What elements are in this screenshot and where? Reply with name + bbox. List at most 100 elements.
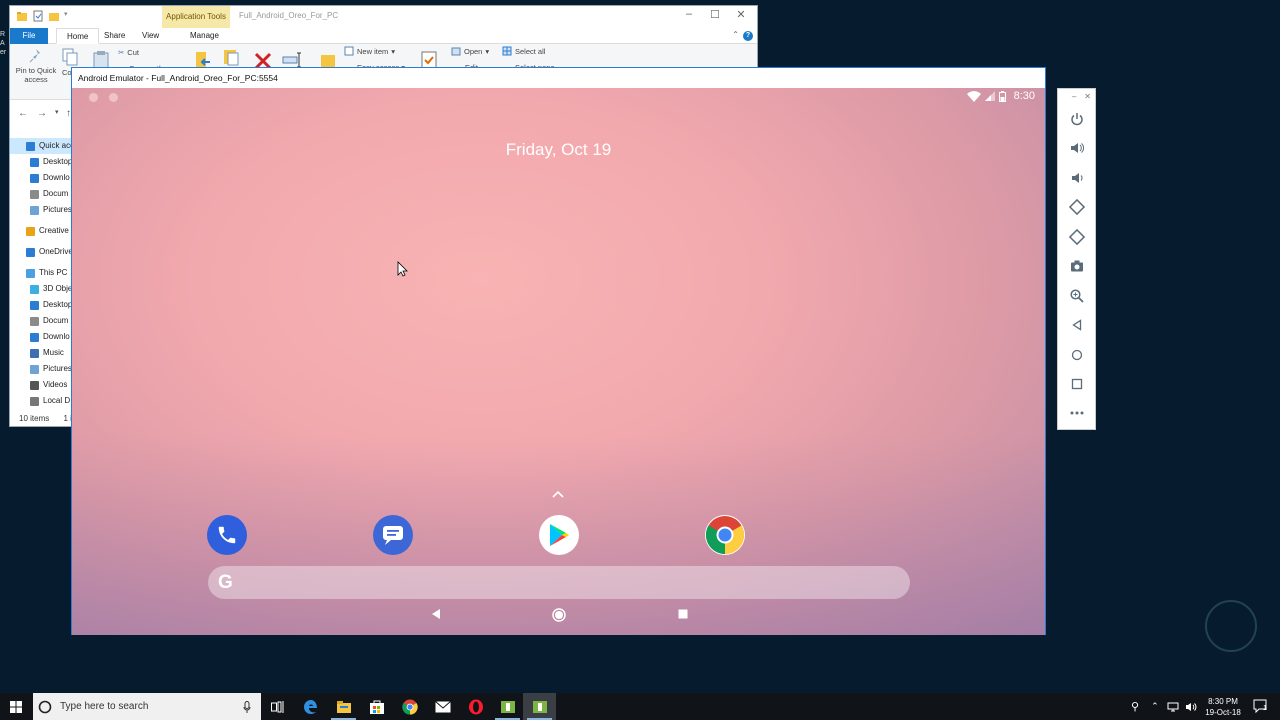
sidebar-item[interactable]: Docum: [10, 313, 72, 329]
folder-icon: [30, 380, 39, 390]
sidebar-item[interactable]: Creative: [10, 223, 72, 239]
start-button[interactable]: [0, 693, 32, 720]
sidebar-item[interactable]: Local D: [10, 393, 72, 409]
sidebar-item[interactable]: Desktop: [10, 154, 72, 170]
minimize-button[interactable]: –: [677, 8, 701, 20]
pin-to-quick-access-button[interactable]: Pin to Quick access: [14, 48, 58, 84]
microphone-icon[interactable]: [243, 700, 251, 713]
sidebar-item[interactable]: Quick acc: [10, 138, 72, 154]
back-arrow-icon[interactable]: ←: [18, 108, 28, 119]
emulator-dot-1[interactable]: [88, 92, 99, 103]
channel-watermark-logo: [1205, 600, 1257, 652]
ribbon-collapse-icon[interactable]: ⌃: [732, 30, 739, 39]
select-all-label: Select all: [515, 46, 546, 56]
copy-to-icon: [224, 50, 239, 66]
system-tray: ⚲ ⌃: [1131, 693, 1197, 720]
nav-overview-icon[interactable]: [677, 608, 689, 620]
open-button[interactable]: Open ▾: [451, 46, 489, 56]
wifi-icon: [966, 90, 981, 102]
tab-home[interactable]: Home: [56, 28, 100, 44]
taskbar-search-box[interactable]: Type here to search: [33, 693, 261, 720]
sidebar-item[interactable]: Music: [10, 345, 72, 361]
cut-button[interactable]: ✂ Cut: [118, 48, 139, 57]
explorer-title-bar[interactable]: ▾ Application Tools Full_Android_Oreo_Fo…: [10, 6, 757, 32]
play-store-app[interactable]: [539, 515, 579, 555]
volume-icon[interactable]: [1185, 702, 1197, 712]
folder-icon[interactable]: [16, 10, 28, 22]
close-button[interactable]: ✕: [729, 8, 753, 21]
android-screen[interactable]: 8:30 Friday, Oct 19 G: [72, 88, 1045, 635]
taskbar-store[interactable]: [360, 693, 393, 720]
nav-home-icon[interactable]: [552, 608, 566, 622]
sidebar-item[interactable]: Downlo: [10, 170, 72, 186]
taskbar-emulator[interactable]: [491, 693, 524, 720]
new-item-button[interactable]: New item ▾: [344, 46, 395, 56]
sidebar-item-label: 3D Obje: [43, 284, 72, 293]
taskbar-emulator-2[interactable]: [523, 693, 556, 720]
open-dropdown-icon: ▾: [485, 46, 490, 56]
volume-up-button[interactable]: [1066, 137, 1088, 159]
folder-icon: [30, 284, 39, 294]
taskbar-mail[interactable]: [426, 693, 459, 720]
sidebar-item[interactable]: This PC: [10, 265, 72, 281]
power-button[interactable]: [1066, 108, 1088, 130]
overview-button[interactable]: [1066, 373, 1088, 395]
messages-app[interactable]: [373, 515, 413, 555]
more-button[interactable]: [1066, 402, 1088, 424]
sidebar-item[interactable]: OneDrive: [10, 244, 72, 260]
sidebar-item[interactable]: Docum: [10, 186, 72, 202]
people-icon[interactable]: ⚲: [1131, 700, 1139, 713]
volume-down-button[interactable]: [1066, 167, 1088, 189]
folder-icon: [30, 205, 39, 215]
maximize-button[interactable]: ☐: [703, 8, 727, 21]
screenshot-button[interactable]: [1066, 255, 1088, 277]
network-icon[interactable]: [1167, 702, 1179, 712]
home-button[interactable]: [1066, 344, 1088, 366]
sidebar-item[interactable]: Pictures: [10, 202, 72, 218]
new-folder-icon[interactable]: [48, 10, 60, 22]
sidebar-item-label: Pictures: [43, 364, 72, 373]
taskbar-opera[interactable]: [459, 693, 492, 720]
sidebar-item[interactable]: Videos: [10, 377, 72, 393]
folder-icon: [30, 332, 39, 342]
toolbar-minimize-icon[interactable]: –: [1072, 92, 1076, 101]
show-hidden-icons[interactable]: ⌃: [1151, 701, 1159, 712]
taskbar-chrome[interactable]: [393, 693, 426, 720]
qat-dropdown-icon[interactable]: ▾: [64, 10, 68, 22]
tab-view[interactable]: View: [132, 28, 169, 44]
emulator-dot-2[interactable]: [108, 92, 119, 103]
select-all-icon: [502, 46, 512, 56]
rotate-right-button[interactable]: [1066, 226, 1088, 248]
recent-locations-icon[interactable]: ▾: [55, 108, 59, 116]
sidebar-item[interactable]: 3D Obje: [10, 281, 72, 297]
back-button[interactable]: [1066, 314, 1088, 336]
sidebar-item-label: Videos: [43, 380, 68, 389]
home-date-widget[interactable]: Friday, Oct 19: [72, 140, 1045, 160]
toolbar-close-icon[interactable]: ✕: [1084, 92, 1091, 101]
android-emulator-window[interactable]: Android Emulator - Full_Android_Oreo_For…: [71, 67, 1046, 635]
chrome-app[interactable]: [705, 515, 745, 555]
cortana-icon: [38, 700, 52, 713]
properties-icon[interactable]: [32, 10, 44, 22]
app-drawer-caret-icon[interactable]: [552, 490, 564, 498]
help-icon[interactable]: ?: [743, 31, 753, 41]
tab-file[interactable]: File: [10, 28, 48, 44]
sidebar-item[interactable]: Desktop: [10, 297, 72, 313]
sidebar-item[interactable]: Pictures: [10, 361, 72, 377]
rotate-left-button[interactable]: [1066, 196, 1088, 218]
action-center-button[interactable]: 1: [1253, 699, 1269, 718]
taskbar-clock[interactable]: 8:30 PM 19-Oct-18: [1199, 696, 1247, 718]
task-view-button[interactable]: [261, 693, 294, 720]
taskbar-edge[interactable]: [294, 693, 327, 720]
google-search-bar[interactable]: G: [208, 566, 910, 599]
nav-back-icon[interactable]: [430, 608, 442, 620]
select-all-button[interactable]: Select all: [502, 46, 545, 56]
sidebar-item[interactable]: Downlo: [10, 329, 72, 345]
taskbar-file-explorer[interactable]: [327, 693, 360, 720]
zoom-button[interactable]: [1066, 285, 1088, 307]
tab-share[interactable]: Share: [94, 28, 135, 44]
forward-arrow-icon[interactable]: →: [37, 108, 47, 119]
tab-manage[interactable]: Manage: [180, 28, 229, 44]
phone-app[interactable]: [207, 515, 247, 555]
signal-icon: [984, 91, 995, 101]
